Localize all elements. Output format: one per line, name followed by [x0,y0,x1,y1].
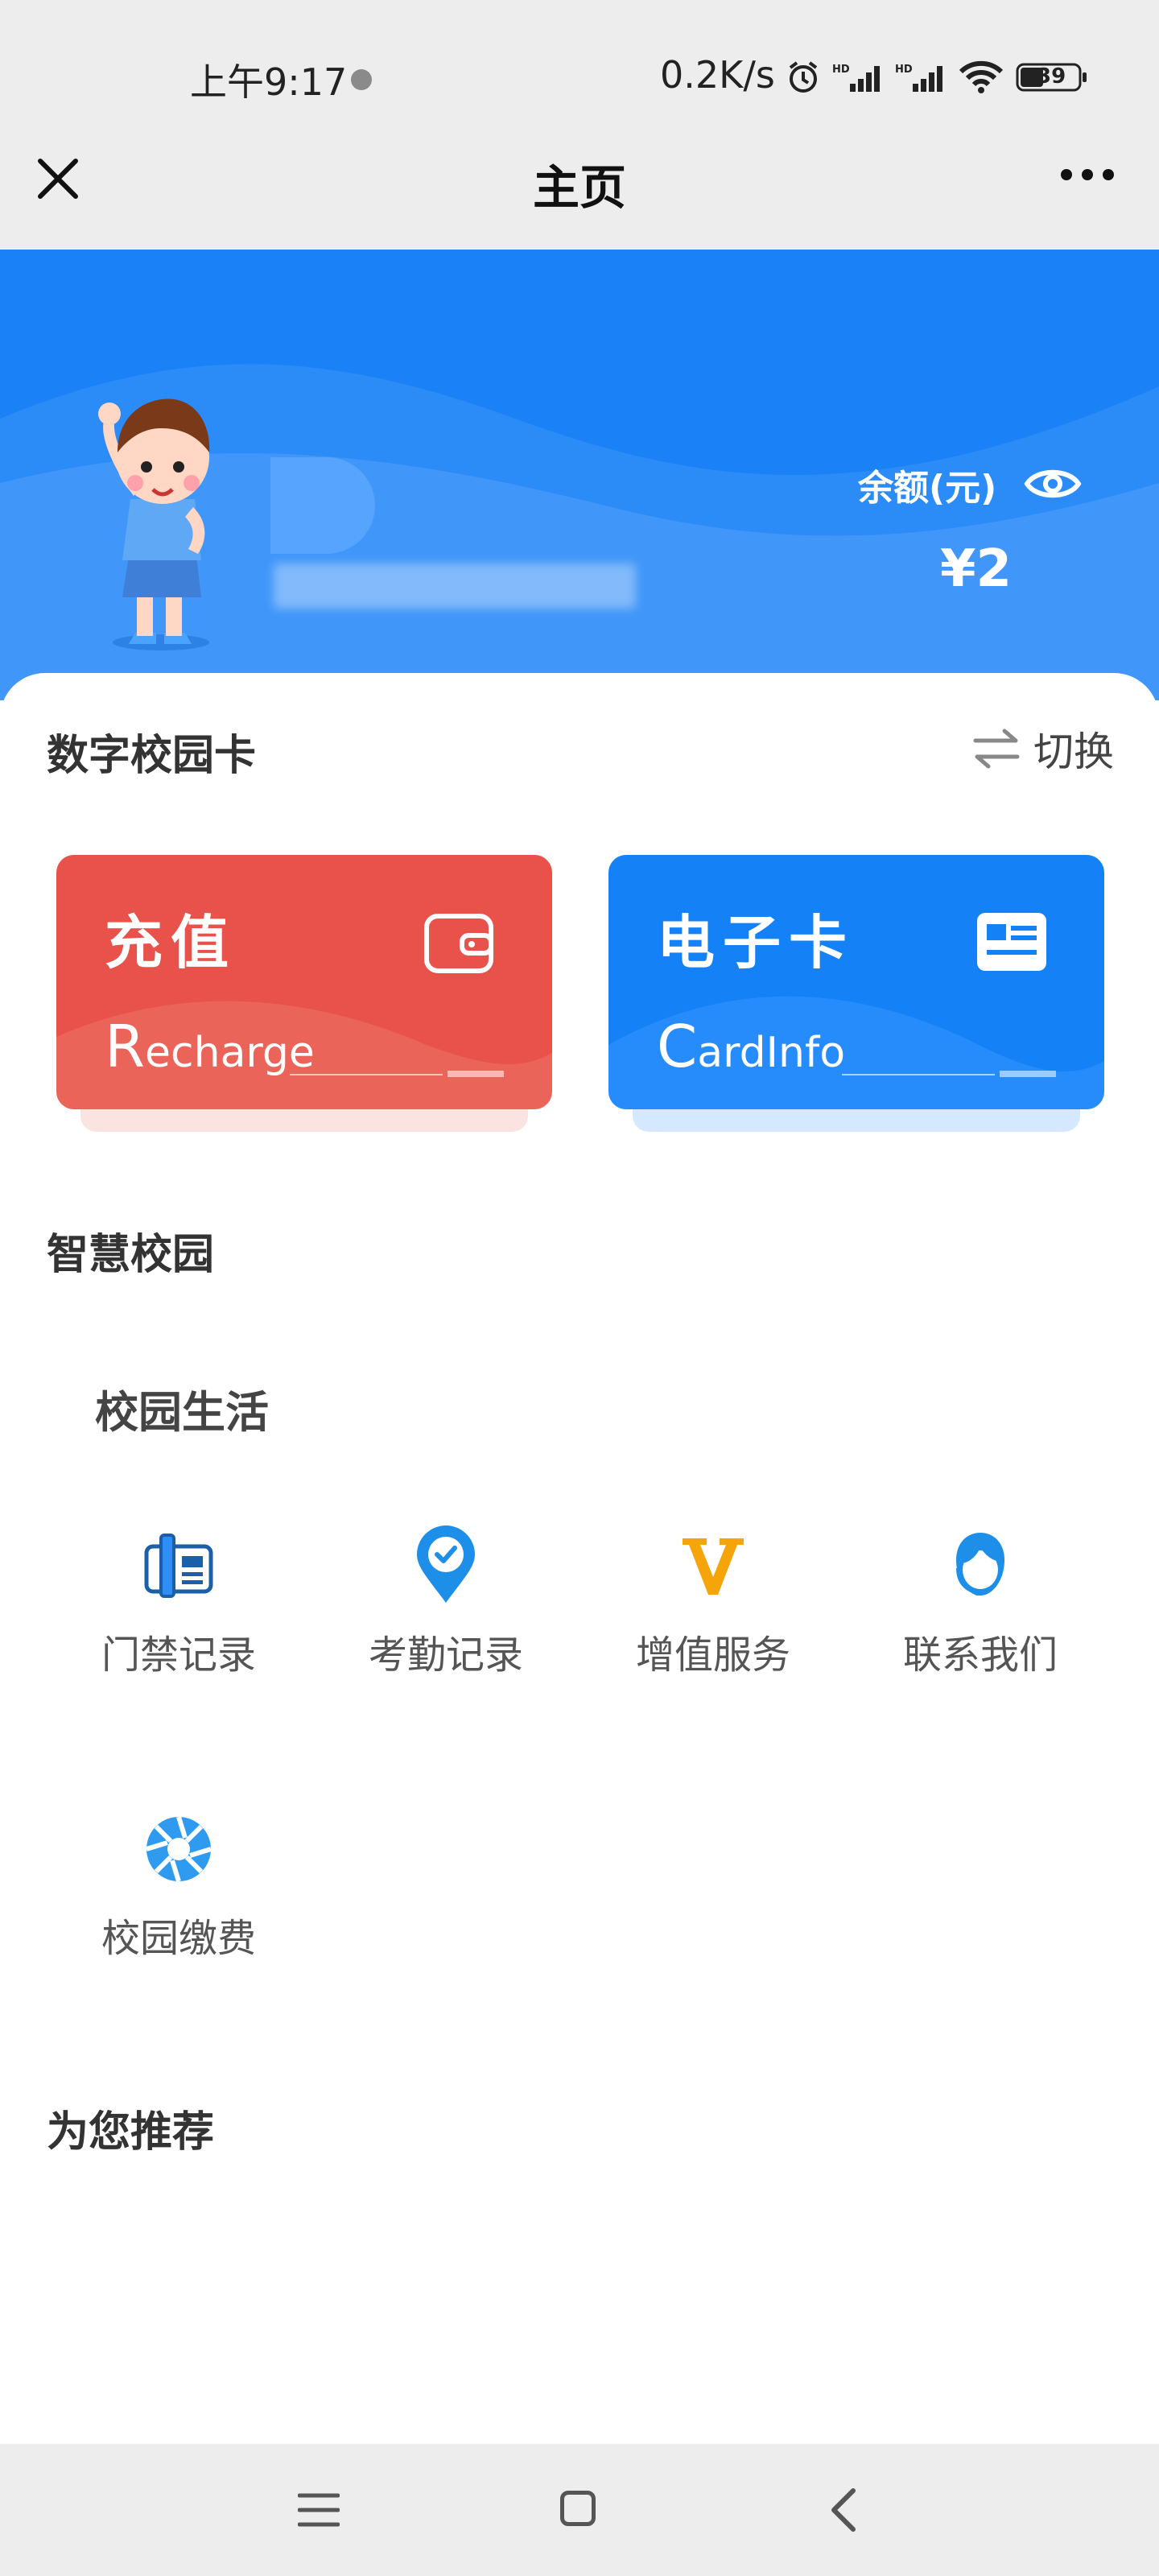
signal-1-icon: HD [832,61,884,97]
menu-icon [297,2493,340,2527]
more-dot [1061,169,1072,180]
network-speed: 0.2K/s [660,53,775,97]
more-dot [1103,169,1114,180]
school-name [274,564,636,609]
card-divider [842,1074,995,1075]
switch-card-button[interactable]: 切换 [972,720,1114,778]
recent-apps-button[interactable] [297,2492,340,2531]
boy-avatar [72,386,225,652]
ecard-card-shadow [633,1108,1080,1132]
back-button[interactable] [829,2487,858,2536]
home-button[interactable] [560,2491,596,2526]
recharge-subtitle: Recharge [105,1013,315,1080]
battery-level: 39 [1037,64,1066,89]
attendance-pin-icon [325,1521,567,1610]
title-bar: 主页 [0,121,1159,250]
ecard-subtitle: CardInfo [657,1013,845,1080]
school-logo-placeholder [270,457,375,554]
grid-item-attendance-records[interactable]: 考勤记录 [325,1521,567,1679]
recharge-card-shadow [80,1108,528,1132]
card-divider-accent [448,1071,504,1077]
v-service-icon [592,1521,834,1610]
svg-text:HD: HD [832,64,850,76]
card-divider-accent [1000,1071,1056,1077]
svg-text:HD: HD [895,64,913,76]
recharge-card[interactable]: 充值 Recharge [56,855,552,1109]
status-time: 上午9:17 [190,60,348,104]
battery-icon: 39 [1016,60,1088,98]
id-card-icon [975,911,1048,976]
hero-banner: 余额(元) ¥2 [0,250,1159,700]
page-title: 主页 [532,160,626,215]
ecard-subtitle-initial: C [657,1013,698,1080]
back-chevron-icon [831,2488,856,2532]
wallet-icon [423,911,496,979]
grid-item-label: 联系我们 [902,1633,1058,1678]
card-divider [290,1074,443,1075]
recharge-subtitle-rest: echarge [145,1029,315,1077]
smart-campus-title: 智慧校园 [47,1231,215,1279]
recharge-subtitle-initial: R [105,1013,146,1080]
content-sheet: 数字校园卡 切换 充值 Recharge 电子卡 CardInfo 智慧校园 校… [0,673,1159,2444]
grid-item-access-records[interactable]: 门禁记录 [58,1521,299,1679]
balance-value: ¥2 [940,539,1013,599]
access-card-icon [58,1521,299,1610]
payment-shutter-icon [58,1805,299,1893]
grid-item-label: 校园缴费 [101,1916,256,1961]
notification-dot-icon [351,69,372,90]
system-nav-bar [0,2444,1159,2576]
switch-label: 切换 [1033,729,1114,775]
ecard-subtitle-rest: ardInfo [697,1029,846,1077]
customer-service-icon [860,1521,1101,1610]
grid-item-label: 门禁记录 [101,1633,256,1678]
recommend-title: 为您推荐 [47,2108,215,2157]
signal-2-icon: HD [895,61,947,97]
recharge-title: 充值 [105,909,237,976]
status-icons: HD HD 39 [786,55,1088,103]
grid-item-campus-payment[interactable]: 校园缴费 [58,1805,299,1963]
more-dot [1082,169,1093,180]
balance-label: 余额(元) [858,468,997,509]
eye-icon[interactable] [1024,464,1082,507]
grid-item-value-added-services[interactable]: 增值服务 [592,1521,834,1679]
campus-life-title: 校园生活 [95,1387,269,1438]
ecard-card[interactable]: 电子卡 CardInfo [608,855,1104,1109]
grid-item-label: 增值服务 [635,1633,790,1678]
ecard-title: 电子卡 [657,909,856,976]
digital-card-title: 数字校园卡 [47,732,257,780]
more-options-button[interactable] [1061,169,1114,180]
wifi-icon [958,60,1004,97]
alarm-icon [786,60,821,98]
swap-arrows-icon [973,729,1020,769]
grid-item-contact-us[interactable]: 联系我们 [860,1521,1101,1679]
grid-item-label: 考勤记录 [368,1633,523,1678]
